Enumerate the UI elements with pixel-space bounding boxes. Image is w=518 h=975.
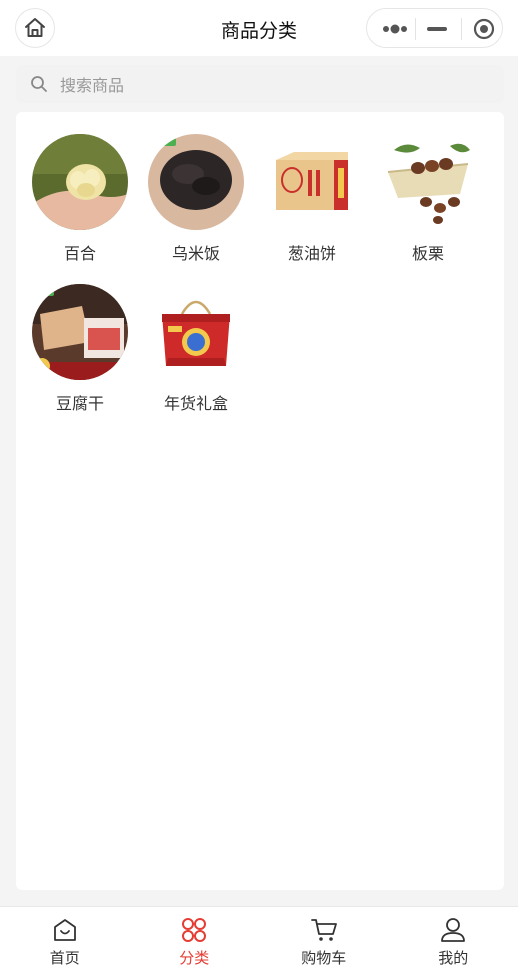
- category-item-chestnut[interactable]: 板栗: [370, 134, 486, 264]
- black-rice-image: [148, 134, 244, 230]
- capsule-divider: [461, 18, 462, 40]
- category-grid-icon: [182, 918, 207, 942]
- tab-label: 分类: [179, 949, 210, 967]
- scallion-pancake-image: [264, 134, 360, 230]
- category-item-lily[interactable]: 百合: [22, 134, 138, 264]
- search-icon: [31, 76, 47, 92]
- cart-icon: [310, 919, 337, 941]
- mini-program-capsule: [366, 8, 503, 48]
- category-panel: 百合 乌米饭 葱油饼 板栗 豆腐干 年货礼盒: [16, 112, 504, 890]
- category-item-black-rice[interactable]: 乌米饭: [138, 134, 254, 264]
- tab-label: 首页: [49, 949, 80, 967]
- top-nav-bar: 商品分类: [0, 0, 518, 56]
- user-icon: [441, 918, 466, 942]
- chestnut-image: [380, 134, 476, 230]
- lily-image: [32, 134, 128, 230]
- more-dots-icon[interactable]: [381, 19, 409, 39]
- category-item-gift-box[interactable]: 年货礼盒: [138, 284, 254, 414]
- tab-cart[interactable]: 购物车: [259, 907, 389, 975]
- tab-profile[interactable]: 我的: [389, 907, 518, 975]
- tab-label: 我的: [438, 949, 469, 967]
- category-label: 乌米饭: [171, 244, 220, 263]
- target-close-icon[interactable]: [473, 18, 495, 40]
- tab-category[interactable]: 分类: [130, 907, 260, 975]
- dried-tofu-image: [32, 284, 128, 380]
- category-label: 板栗: [411, 244, 444, 263]
- tab-home[interactable]: 首页: [0, 907, 130, 975]
- category-label: 葱油饼: [287, 244, 336, 263]
- tab-label: 购物车: [301, 949, 347, 967]
- gift-box-image: [148, 284, 244, 380]
- category-label: 年货礼盒: [163, 394, 228, 413]
- search-input[interactable]: 搜索商品: [60, 72, 124, 96]
- capsule-divider: [415, 18, 416, 40]
- minimize-icon[interactable]: [427, 27, 447, 31]
- category-item-scallion-pancake[interactable]: 葱油饼: [254, 134, 370, 264]
- category-item-dried-tofu[interactable]: 豆腐干: [22, 284, 138, 414]
- home-bag-icon: [53, 919, 76, 941]
- search-bar[interactable]: 搜索商品: [16, 65, 504, 103]
- category-label: 百合: [63, 244, 96, 263]
- category-label: 豆腐干: [55, 394, 104, 413]
- bottom-tab-bar: 首页 分类 购物车 我的: [0, 906, 518, 975]
